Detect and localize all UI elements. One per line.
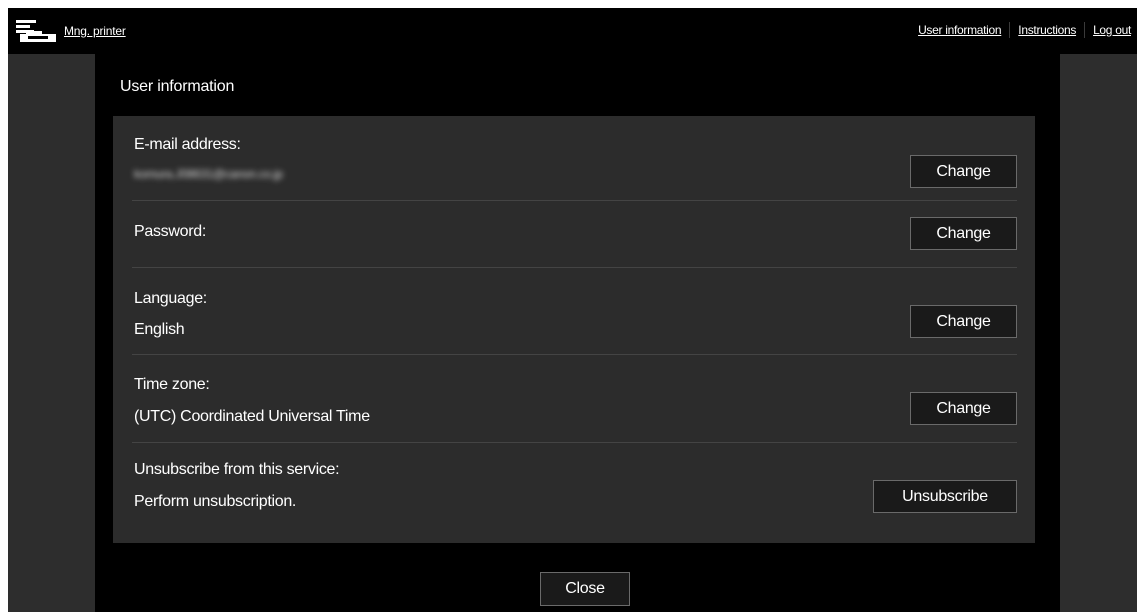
- manage-printer-label: Mng. printer: [64, 24, 126, 38]
- email-label: E-mail address:: [134, 136, 241, 153]
- password-row: Password: Change: [132, 201, 1017, 268]
- left-side-panel: [8, 54, 95, 612]
- top-links: User information Instructions Log out: [918, 22, 1131, 38]
- app-window: Mng. printer User information Instructio…: [8, 8, 1137, 612]
- change-language-button[interactable]: Change: [910, 305, 1017, 338]
- link-divider: [1009, 22, 1011, 38]
- manage-printer-link[interactable]: Mng. printer: [14, 18, 126, 44]
- timezone-label: Time zone:: [134, 376, 210, 393]
- change-password-button[interactable]: Change: [910, 217, 1017, 250]
- language-value: English: [134, 321, 185, 338]
- log-out-link[interactable]: Log out: [1093, 23, 1131, 37]
- language-label: Language:: [134, 290, 207, 307]
- instructions-link[interactable]: Instructions: [1018, 23, 1076, 37]
- right-side-panel: [1060, 54, 1137, 612]
- change-timezone-button[interactable]: Change: [910, 392, 1017, 425]
- email-value: komura.J08631@canon.co.jp: [134, 167, 283, 181]
- dialog-title: User information: [120, 78, 235, 95]
- unsubscribe-row: Unsubscribe from this service: Perform u…: [132, 443, 1017, 543]
- settings-panel: E-mail address: komura.J08631@canon.co.j…: [113, 116, 1035, 543]
- unsubscribe-label: Unsubscribe from this service:: [134, 461, 340, 478]
- timezone-value: (UTC) Coordinated Universal Time: [134, 408, 370, 425]
- printer-icon: [16, 20, 56, 42]
- timezone-row: Time zone: (UTC) Coordinated Universal T…: [132, 355, 1017, 443]
- unsubscribe-button[interactable]: Unsubscribe: [873, 480, 1017, 513]
- change-email-button[interactable]: Change: [910, 155, 1017, 188]
- user-information-link[interactable]: User information: [918, 23, 1002, 37]
- password-label: Password:: [134, 223, 206, 240]
- link-divider: [1084, 22, 1086, 38]
- unsubscribe-value: Perform unsubscription.: [134, 493, 297, 510]
- email-row: E-mail address: komura.J08631@canon.co.j…: [132, 116, 1017, 201]
- language-row: Language: English Change: [132, 268, 1017, 355]
- close-button[interactable]: Close: [540, 572, 630, 606]
- user-information-dialog: User information E-mail address: komura.…: [95, 54, 1060, 612]
- top-bar: Mng. printer User information Instructio…: [8, 8, 1137, 54]
